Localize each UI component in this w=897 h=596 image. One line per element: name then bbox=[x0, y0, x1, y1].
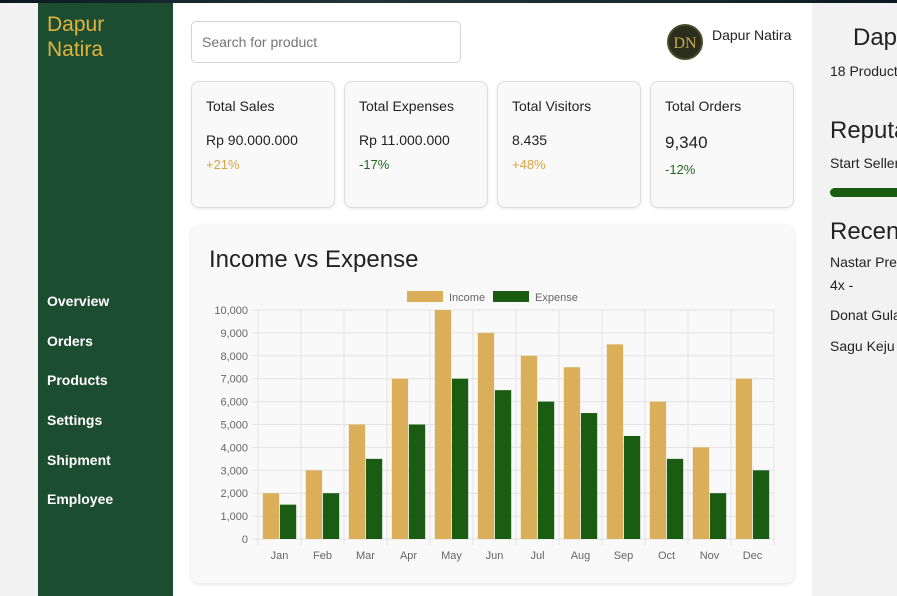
income-bar bbox=[520, 355, 538, 539]
x-tick-label: Jul bbox=[530, 550, 544, 562]
stat-card-total-orders: Total Orders 9,340 -12% bbox=[650, 81, 794, 208]
y-tick-label: 7,000 bbox=[220, 374, 248, 386]
recent-order-item[interactable]: Nastar Premium bbox=[830, 254, 897, 270]
dn-logo-icon: DN bbox=[673, 35, 697, 52]
profile-name: Dapur Natira bbox=[712, 27, 792, 43]
sidebar-item-overview[interactable]: Overview bbox=[47, 292, 113, 332]
stat-card-title: Total Expenses bbox=[359, 98, 454, 114]
stat-card-total-visitors: Total Visitors 8.435 +48% bbox=[497, 81, 641, 208]
sidebar-item-employee[interactable]: Employee bbox=[47, 490, 113, 530]
sidebar-item-products[interactable]: Products bbox=[47, 371, 113, 411]
recent-order-item[interactable]: Sagu Keju bbox=[830, 338, 895, 354]
stat-card-value: 8.435 bbox=[512, 132, 548, 148]
legend-label: Income bbox=[449, 292, 485, 304]
y-tick-label: 0 bbox=[242, 534, 248, 546]
reputation-progress-bar bbox=[830, 188, 897, 197]
sidebar-item-orders[interactable]: Orders bbox=[47, 332, 113, 372]
search-input[interactable] bbox=[191, 21, 461, 63]
x-tick-label: Dec bbox=[743, 550, 763, 562]
expense-bar bbox=[537, 401, 555, 539]
store-name: Dapur Natira bbox=[853, 24, 897, 51]
expense-bar bbox=[752, 470, 770, 539]
y-tick-label: 5,000 bbox=[220, 420, 248, 432]
income-bar bbox=[563, 367, 581, 539]
expense-bar bbox=[494, 390, 512, 539]
income-expense-chart-card: 0 1,000 2,000 3,000 4,000 5,000 6,000 7,000 8,00… bbox=[191, 225, 794, 583]
sidebar-item-settings[interactable]: Settings bbox=[47, 411, 113, 451]
income-bar bbox=[692, 447, 710, 539]
y-tick-label: 9,000 bbox=[220, 328, 248, 340]
income-bar bbox=[305, 470, 323, 539]
y-tick-label: 3,000 bbox=[220, 465, 248, 477]
expense-bar bbox=[580, 413, 598, 539]
stat-card-total-sales: Total Sales Rp 90.000.000 +21% bbox=[191, 81, 335, 208]
stat-card-value: Rp 11.000.000 bbox=[359, 132, 450, 148]
stat-card-title: Total Sales bbox=[206, 98, 275, 114]
income-bar bbox=[606, 344, 624, 539]
stat-card-change: -12% bbox=[665, 162, 696, 177]
x-tick-label: Sep bbox=[614, 550, 634, 562]
avatar[interactable]: DN bbox=[667, 24, 703, 60]
income-bar bbox=[477, 332, 495, 539]
y-tick-label: 8,000 bbox=[220, 351, 248, 363]
expense-bar bbox=[666, 458, 684, 539]
chart-title: Income vs Expense bbox=[209, 246, 419, 273]
expense-bar bbox=[408, 424, 426, 539]
right-panel: Dapur Natira 18 Products Reputation Star… bbox=[812, 3, 897, 596]
x-tick-label: Aug bbox=[571, 550, 591, 562]
stat-card-change: +21% bbox=[206, 157, 240, 172]
expense-bar bbox=[623, 435, 641, 539]
expense-bar bbox=[322, 493, 340, 539]
expense-bar bbox=[279, 504, 297, 539]
brand-logo-text[interactable]: Dapur Natira bbox=[47, 12, 157, 62]
income-bar bbox=[735, 378, 753, 539]
y-tick-label: 4,000 bbox=[220, 442, 248, 454]
y-tick-label: 2,000 bbox=[220, 488, 248, 500]
reputation-heading: Reputation bbox=[830, 117, 897, 144]
recent-order-item: 4x - bbox=[830, 277, 854, 293]
sidebar: Dapur Natira Overview Orders Products Se… bbox=[38, 3, 173, 596]
stat-card-value: Rp 90.000.000 bbox=[206, 132, 298, 148]
x-tick-label: Oct bbox=[658, 550, 675, 562]
recent-orders-heading: Recent Orders bbox=[830, 218, 897, 245]
recent-order-item[interactable]: Donat Gula bbox=[830, 307, 897, 323]
y-tick-label: 6,000 bbox=[220, 397, 248, 409]
y-tick-label: 1,000 bbox=[220, 511, 248, 523]
expense-bar bbox=[365, 458, 383, 539]
income-bar bbox=[391, 378, 409, 539]
sidebar-nav: Overview Orders Products Settings Shipme… bbox=[47, 292, 113, 530]
y-tick-label: 10,000 bbox=[214, 305, 248, 317]
stat-card-change: +48% bbox=[512, 157, 546, 172]
income-bar bbox=[649, 401, 667, 539]
income-bar bbox=[434, 310, 452, 539]
product-count: 18 Products bbox=[830, 63, 897, 79]
sidebar-item-shipment[interactable]: Shipment bbox=[47, 451, 113, 491]
stat-card-title: Total Orders bbox=[665, 98, 742, 114]
stat-card-title: Total Visitors bbox=[512, 98, 592, 114]
expense-bar bbox=[451, 378, 469, 539]
stat-card-total-expenses: Total Expenses Rp 11.000.000 -17% bbox=[344, 81, 488, 208]
main-content: DN Dapur Natira Total Sales Rp 90.000.00… bbox=[173, 3, 812, 596]
income-bar bbox=[262, 493, 280, 539]
svg-text:DN: DN bbox=[673, 35, 697, 52]
seller-level: Start Seller bbox=[830, 155, 897, 171]
legend-swatch bbox=[407, 291, 443, 302]
x-tick-label: Jan bbox=[271, 550, 289, 562]
income-bar bbox=[348, 424, 366, 539]
x-tick-label: Nov bbox=[700, 550, 720, 562]
left-gutter bbox=[0, 3, 38, 596]
x-tick-label: Apr bbox=[400, 550, 417, 562]
legend-label: Expense bbox=[535, 292, 578, 304]
stat-card-change: -17% bbox=[359, 157, 390, 172]
stat-card-value: 9,340 bbox=[665, 133, 708, 152]
legend-swatch bbox=[493, 291, 529, 302]
x-tick-label: Mar bbox=[356, 550, 375, 562]
income-expense-chart: 0 1,000 2,000 3,000 4,000 5,000 6,000 7,000 8,00… bbox=[214, 291, 775, 562]
x-tick-label: Jun bbox=[486, 550, 504, 562]
expense-bar bbox=[709, 493, 727, 539]
x-tick-label: Feb bbox=[313, 550, 332, 562]
x-tick-label: May bbox=[441, 550, 462, 562]
